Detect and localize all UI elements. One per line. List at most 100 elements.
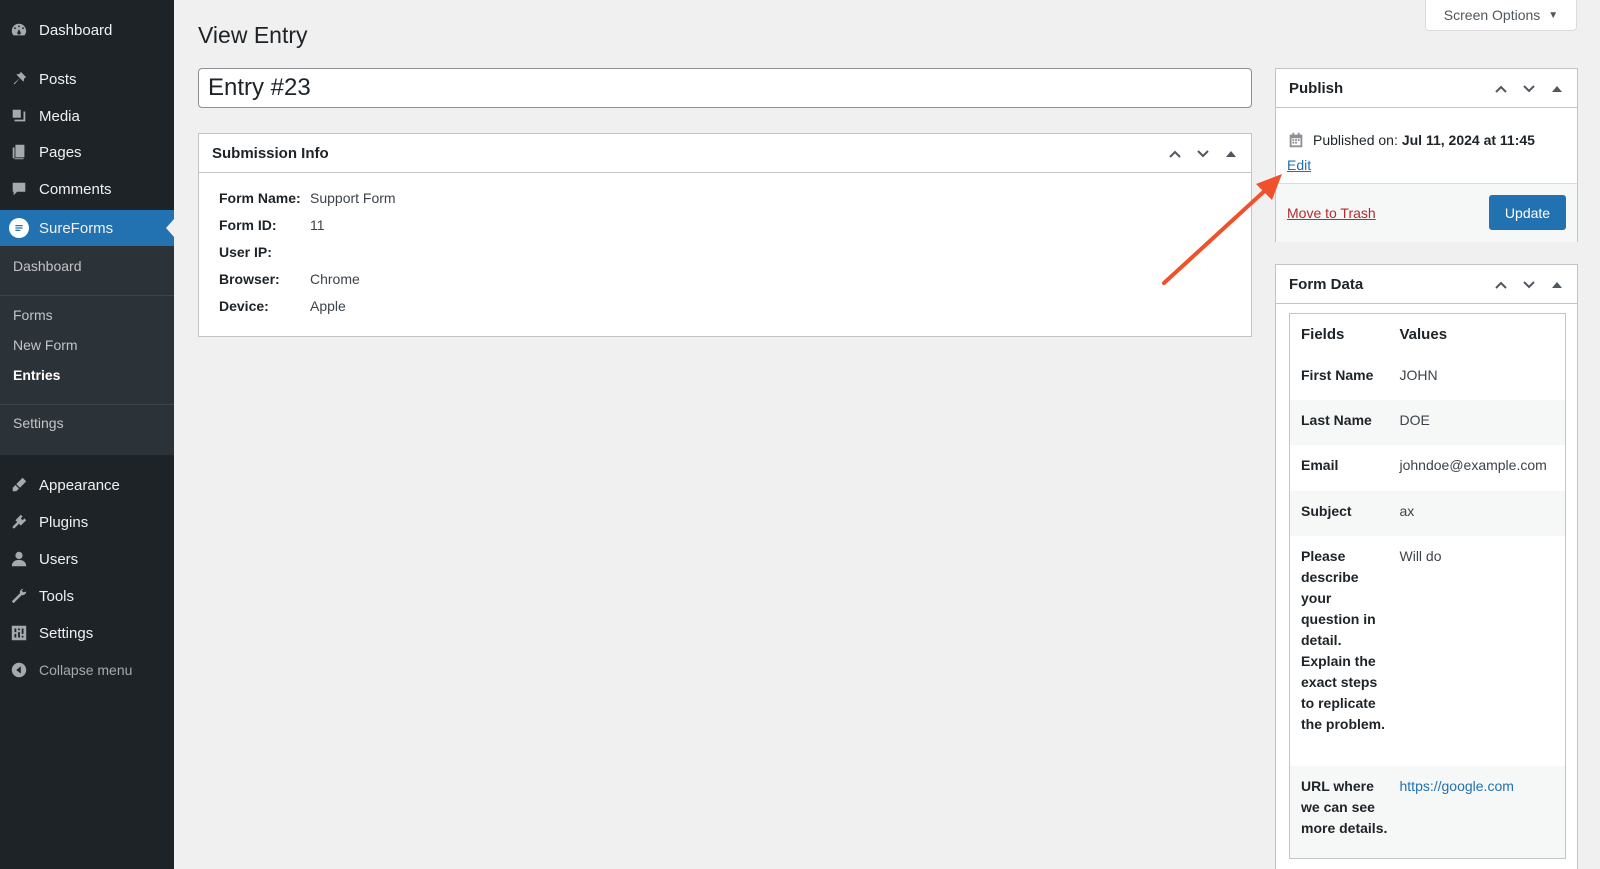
menu-item-sureforms[interactable]: SureForms	[0, 210, 174, 246]
menu-label: Media	[39, 107, 80, 125]
submission-info-box: Submission Info Form Name: Support Form F…	[198, 133, 1252, 337]
info-row: Browser: Chrome	[219, 271, 360, 287]
triangle-up-icon	[1226, 150, 1236, 157]
calendar-icon	[1289, 132, 1303, 148]
move-down-button[interactable]	[1515, 271, 1543, 299]
move-down-button[interactable]	[1515, 75, 1543, 103]
field-value: Will do	[1399, 547, 1442, 564]
info-row: Form ID: 11	[219, 217, 325, 233]
triangle-up-icon	[1552, 281, 1562, 288]
plugin-icon	[9, 512, 29, 532]
move-up-button[interactable]	[1487, 75, 1515, 103]
publish-actions: Move to Trash Update	[1276, 183, 1577, 242]
menu-label: Users	[39, 550, 79, 568]
move-up-button[interactable]	[1161, 140, 1189, 168]
collapse-label: Collapse menu	[39, 662, 133, 678]
submenu-item-new-form[interactable]: New Form	[13, 337, 78, 353]
chevron-down-icon	[1197, 149, 1209, 157]
triangle-up-icon	[1552, 85, 1562, 92]
submenu-item-settings[interactable]: Settings	[13, 415, 64, 431]
table-row: Last Name DOE	[1289, 400, 1566, 446]
menu-label: Comments	[39, 180, 112, 198]
dashboard-icon	[9, 20, 29, 40]
info-label: Form Name:	[219, 190, 301, 206]
sureforms-submenu: Dashboard Forms New Form Entries Setting…	[0, 246, 174, 455]
info-value: Support Form	[310, 190, 396, 206]
menu-label: Tools	[39, 587, 75, 605]
entry-title-input[interactable]	[198, 68, 1252, 108]
menu-item-tools[interactable]: Tools	[0, 578, 174, 614]
table-row: Please describe your question in detail.…	[1290, 536, 1566, 767]
info-label: Device:	[219, 298, 269, 314]
form-data-table: Fields Values First Name JOHN Last Name …	[1289, 313, 1566, 859]
page-title: View Entry	[198, 22, 308, 48]
menu-label: Plugins	[39, 513, 89, 531]
postbox-handles	[1487, 265, 1571, 304]
move-up-button[interactable]	[1487, 271, 1515, 299]
chevron-up-icon	[1495, 281, 1507, 289]
published-date: Jul 11, 2024 at 11:45	[1401, 132, 1535, 148]
field-value: johndoe@example.com	[1399, 457, 1547, 474]
table-row: URL where we can see more details. https…	[1289, 766, 1566, 859]
screen-options-label: Screen Options	[1443, 7, 1541, 23]
comment-icon	[9, 179, 29, 199]
move-down-button[interactable]	[1189, 140, 1217, 168]
sureforms-icon	[9, 218, 29, 238]
field-name: First Name	[1301, 366, 1374, 383]
menu-item-plugins[interactable]: Plugins	[0, 504, 174, 540]
form-data-box: Form Data Fields Values First Name JOHN …	[1275, 264, 1578, 869]
menu-item-settings[interactable]: Settings	[0, 615, 174, 651]
field-value: JOHN	[1399, 366, 1438, 383]
postbox-header: Submission Info	[199, 134, 1251, 173]
submenu-divider	[0, 404, 174, 405]
menu-label: SureForms	[39, 219, 114, 237]
menu-item-dashboard[interactable]: Dashboard	[0, 12, 174, 48]
postbox-handles	[1487, 69, 1571, 108]
menu-item-pages[interactable]: Pages	[0, 134, 174, 170]
toggle-panel-button[interactable]	[1217, 140, 1245, 168]
submenu-item-dashboard[interactable]: Dashboard	[13, 258, 82, 274]
toggle-panel-button[interactable]	[1543, 75, 1571, 103]
edit-date-link[interactable]: Edit	[1287, 157, 1311, 173]
move-to-trash-link[interactable]: Move to Trash	[1287, 205, 1376, 221]
update-button[interactable]: Update	[1489, 195, 1566, 230]
chevron-up-icon	[1495, 85, 1507, 93]
form-data-title: Form Data	[1289, 275, 1364, 293]
info-row: User IP:	[219, 244, 310, 260]
field-name: Please describe your question in detail.…	[1301, 547, 1386, 732]
column-header: Values	[1399, 325, 1448, 343]
table-row: Subject ax	[1289, 490, 1566, 536]
pages-icon	[9, 142, 29, 162]
brush-icon	[9, 475, 29, 495]
info-label: Form ID:	[219, 217, 277, 233]
info-row: Form Name: Support Form	[219, 190, 396, 206]
screen-options-button[interactable]: Screen Options ▼	[1425, 0, 1577, 31]
url-value-link[interactable]: https://google.com	[1400, 778, 1514, 794]
wrench-icon	[9, 586, 29, 606]
collapse-icon	[9, 660, 29, 680]
info-row: Device: Apple	[219, 298, 346, 314]
published-on-row: Published on: Jul 11, 2024 at 11:45	[1287, 131, 1535, 149]
menu-item-appearance[interactable]: Appearance	[0, 467, 174, 503]
collapse-menu-button[interactable]: Collapse menu	[0, 652, 174, 688]
info-value: 11	[310, 217, 325, 233]
menu-label: Posts	[39, 70, 77, 88]
menu-item-posts[interactable]: Posts	[0, 61, 174, 97]
current-menu-arrow	[166, 219, 174, 237]
field-value: https://google.com	[1389, 766, 1566, 858]
info-value: Chrome	[310, 271, 360, 287]
info-value: Apple	[310, 298, 346, 314]
submenu-item-forms[interactable]: Forms	[13, 307, 53, 323]
toggle-panel-button[interactable]	[1543, 271, 1571, 299]
admin-sidebar: Dashboard Posts Media Pages Comments Sur…	[0, 0, 174, 869]
field-name: URL where we can see more details.	[1301, 778, 1388, 837]
table-row: Email johndoe@example.com	[1290, 445, 1566, 490]
menu-item-comments[interactable]: Comments	[0, 171, 174, 207]
caret-down-icon: ▼	[1548, 9, 1559, 21]
menu-item-users[interactable]: Users	[0, 541, 174, 577]
field-name: Last Name	[1301, 412, 1372, 429]
submission-info-title: Submission Info	[212, 144, 329, 162]
postbox-header: Publish	[1276, 69, 1577, 108]
submenu-item-entries[interactable]: Entries	[13, 367, 60, 383]
menu-item-media[interactable]: Media	[0, 98, 174, 134]
